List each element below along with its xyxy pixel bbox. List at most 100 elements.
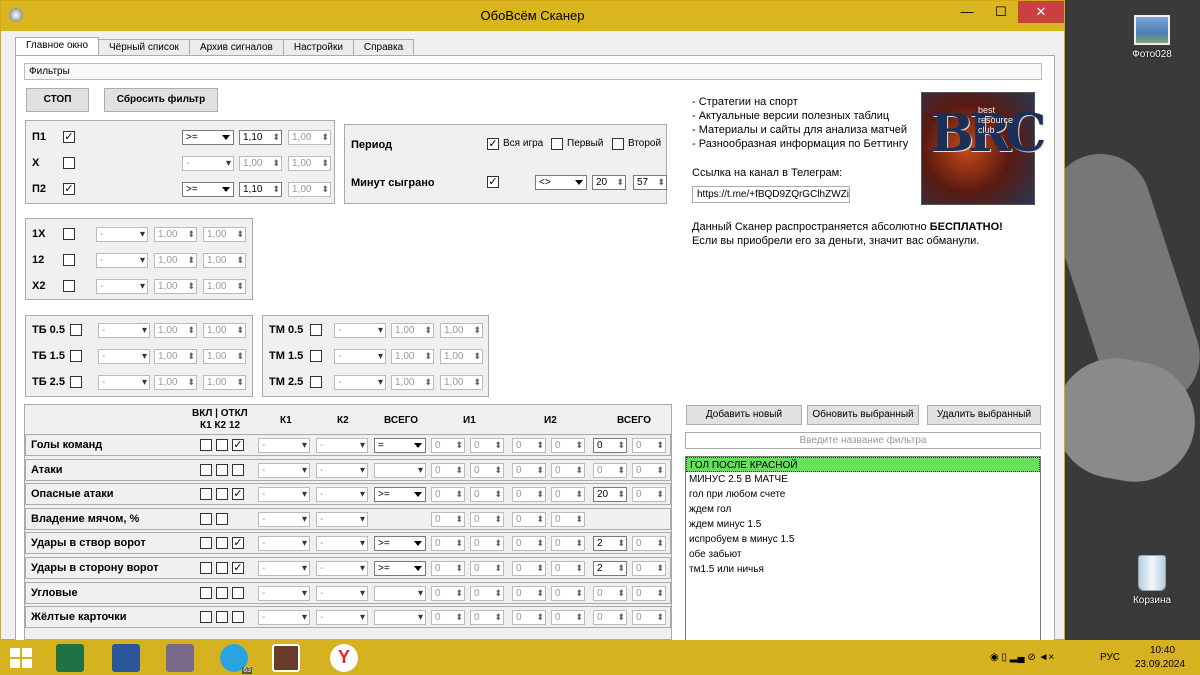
stat-toggle-checkbox[interactable]: ✓ [232, 439, 244, 451]
tb-checkbox[interactable] [70, 324, 82, 336]
k2-select[interactable]: - [316, 610, 368, 626]
operator-select[interactable]: - [98, 375, 150, 390]
stat-toggle-checkbox[interactable] [200, 611, 212, 624]
k1-select[interactable]: - [258, 585, 310, 601]
stat-toggle-checkbox[interactable] [216, 439, 228, 451]
update-filter-button[interactable]: Обновить выбранный [807, 405, 919, 425]
period-checkbox[interactable]: ✓ [487, 138, 499, 150]
stat-toggle-checkbox[interactable] [200, 537, 212, 550]
stat-value-spinner[interactable]: 0 [431, 585, 465, 601]
k2-select[interactable]: - [316, 487, 368, 503]
outcome-checkbox[interactable] [63, 157, 75, 169]
close-button[interactable]: ✕ [1018, 1, 1064, 23]
total-operator-select[interactable] [374, 610, 426, 626]
stat-value-spinner[interactable]: 0 [470, 585, 504, 601]
filter-list-item[interactable]: тм1.5 или ничья [686, 562, 1040, 577]
tb-checkbox[interactable] [70, 376, 82, 388]
k1-select[interactable]: - [258, 511, 310, 527]
tm-checkbox[interactable] [310, 324, 322, 336]
stat-value-spinner[interactable]: 0 [431, 536, 465, 552]
operator-select[interactable]: - [334, 323, 386, 338]
k2-select[interactable]: - [316, 511, 368, 527]
total-max-spinner[interactable]: 0 [632, 610, 666, 626]
k2-select[interactable]: - [316, 561, 368, 576]
yandex-browser-icon[interactable]: Y [330, 644, 358, 672]
tab-main[interactable]: Главное окно [15, 37, 100, 56]
stat-value-spinner[interactable]: 0 [551, 438, 585, 453]
period-checkbox[interactable] [551, 138, 563, 150]
stat-value-spinner[interactable]: 0 [512, 561, 546, 576]
total-operator-select[interactable]: >= [374, 487, 426, 503]
telegram-link-field[interactable]: https://t.me/+fBQD9ZQrGClhZWZi [692, 186, 850, 203]
k1-select[interactable]: - [258, 610, 310, 626]
stat-toggle-checkbox[interactable] [216, 537, 228, 550]
stat-value-spinner[interactable]: 0 [431, 610, 465, 626]
operator-select[interactable]: - [96, 227, 148, 242]
stat-value-spinner[interactable]: 0 [470, 438, 504, 453]
stat-value-spinner[interactable]: 0 [470, 511, 504, 527]
k1-select[interactable]: - [258, 536, 310, 552]
odds-max-spinner[interactable]: 1,00 [288, 130, 331, 145]
filter-list-item[interactable]: ждем минус 1.5 [686, 517, 1040, 532]
filter-list-item[interactable]: МИНУС 2.5 В МАТЧЕ [686, 472, 1040, 487]
language-indicator[interactable]: РУС [1100, 652, 1120, 663]
operator-select[interactable]: >= [182, 130, 234, 145]
k2-select[interactable]: - [316, 536, 368, 552]
stat-toggle-checkbox[interactable] [200, 439, 212, 451]
odds-max-spinner[interactable]: 1,00 [203, 253, 246, 268]
operator-select[interactable]: - [98, 349, 150, 364]
total-value-spinner[interactable]: 20 [593, 487, 627, 503]
tab-archive[interactable]: Архив сигналов [188, 39, 284, 56]
odds-max-spinner[interactable]: 1,00 [203, 349, 246, 364]
minutes-to-spinner[interactable]: 57 [633, 175, 667, 190]
total-max-spinner[interactable]: 0 [632, 585, 666, 601]
stat-value-spinner[interactable]: 0 [512, 610, 546, 626]
odds-max-spinner[interactable]: 1,00 [203, 375, 246, 390]
stat-value-spinner[interactable]: 0 [431, 462, 465, 478]
stat-toggle-checkbox[interactable] [216, 512, 228, 525]
desktop-icon-recycle-bin[interactable]: Корзина [1122, 555, 1182, 606]
stat-value-spinner[interactable]: 0 [470, 462, 504, 478]
total-operator-select[interactable]: >= [374, 536, 426, 552]
odds-min-spinner[interactable]: 1,00 [239, 156, 282, 171]
stat-value-spinner[interactable]: 0 [512, 487, 546, 503]
stat-toggle-checkbox[interactable] [200, 488, 212, 501]
app-pinned-icon[interactable] [166, 644, 194, 672]
odds-max-spinner[interactable]: 1,00 [440, 323, 483, 338]
stat-value-spinner[interactable]: 0 [512, 511, 546, 527]
stat-value-spinner[interactable]: 0 [431, 438, 465, 453]
operator-select[interactable]: >= [182, 182, 234, 197]
total-operator-select[interactable] [374, 585, 426, 601]
odds-max-spinner[interactable]: 1,00 [440, 375, 483, 390]
stat-value-spinner[interactable]: 0 [512, 462, 546, 478]
stat-value-spinner[interactable]: 0 [551, 610, 585, 626]
odds-min-spinner[interactable]: 1,00 [154, 253, 197, 268]
minutes-operator-select[interactable]: <> [535, 175, 587, 190]
odds-min-spinner[interactable]: 1,00 [391, 323, 434, 338]
odds-max-spinner[interactable]: 1,00 [440, 349, 483, 364]
stat-value-spinner[interactable]: 0 [512, 438, 546, 453]
stat-value-spinner[interactable]: 0 [431, 487, 465, 503]
odds-min-spinner[interactable]: 1,00 [391, 375, 434, 390]
k2-select[interactable]: - [316, 462, 368, 478]
stat-toggle-checkbox[interactable] [216, 463, 228, 476]
stat-value-spinner[interactable]: 0 [470, 487, 504, 503]
excel-icon[interactable] [56, 644, 84, 672]
operator-select[interactable]: - [96, 253, 148, 268]
operator-select[interactable]: - [98, 323, 150, 338]
stat-toggle-checkbox[interactable] [232, 611, 244, 624]
stat-toggle-checkbox[interactable] [216, 488, 228, 501]
tab-help[interactable]: Справка [352, 39, 415, 56]
k1-select[interactable]: - [258, 561, 310, 576]
double-chance-checkbox[interactable] [63, 254, 75, 266]
odds-max-spinner[interactable]: 1,00 [288, 182, 331, 197]
total-value-spinner[interactable]: 2 [593, 561, 627, 576]
minimize-button[interactable]: — [950, 1, 984, 23]
stat-toggle-checkbox[interactable] [232, 463, 244, 476]
filter-name-input[interactable]: Введите название фильтра [685, 432, 1041, 449]
total-operator-select[interactable]: = [374, 438, 426, 453]
delete-filter-button[interactable]: Удалить выбранный [927, 405, 1041, 425]
k2-select[interactable]: - [316, 438, 368, 453]
stat-value-spinner[interactable]: 0 [551, 585, 585, 601]
odds-min-spinner[interactable]: 1,10 [239, 182, 282, 197]
